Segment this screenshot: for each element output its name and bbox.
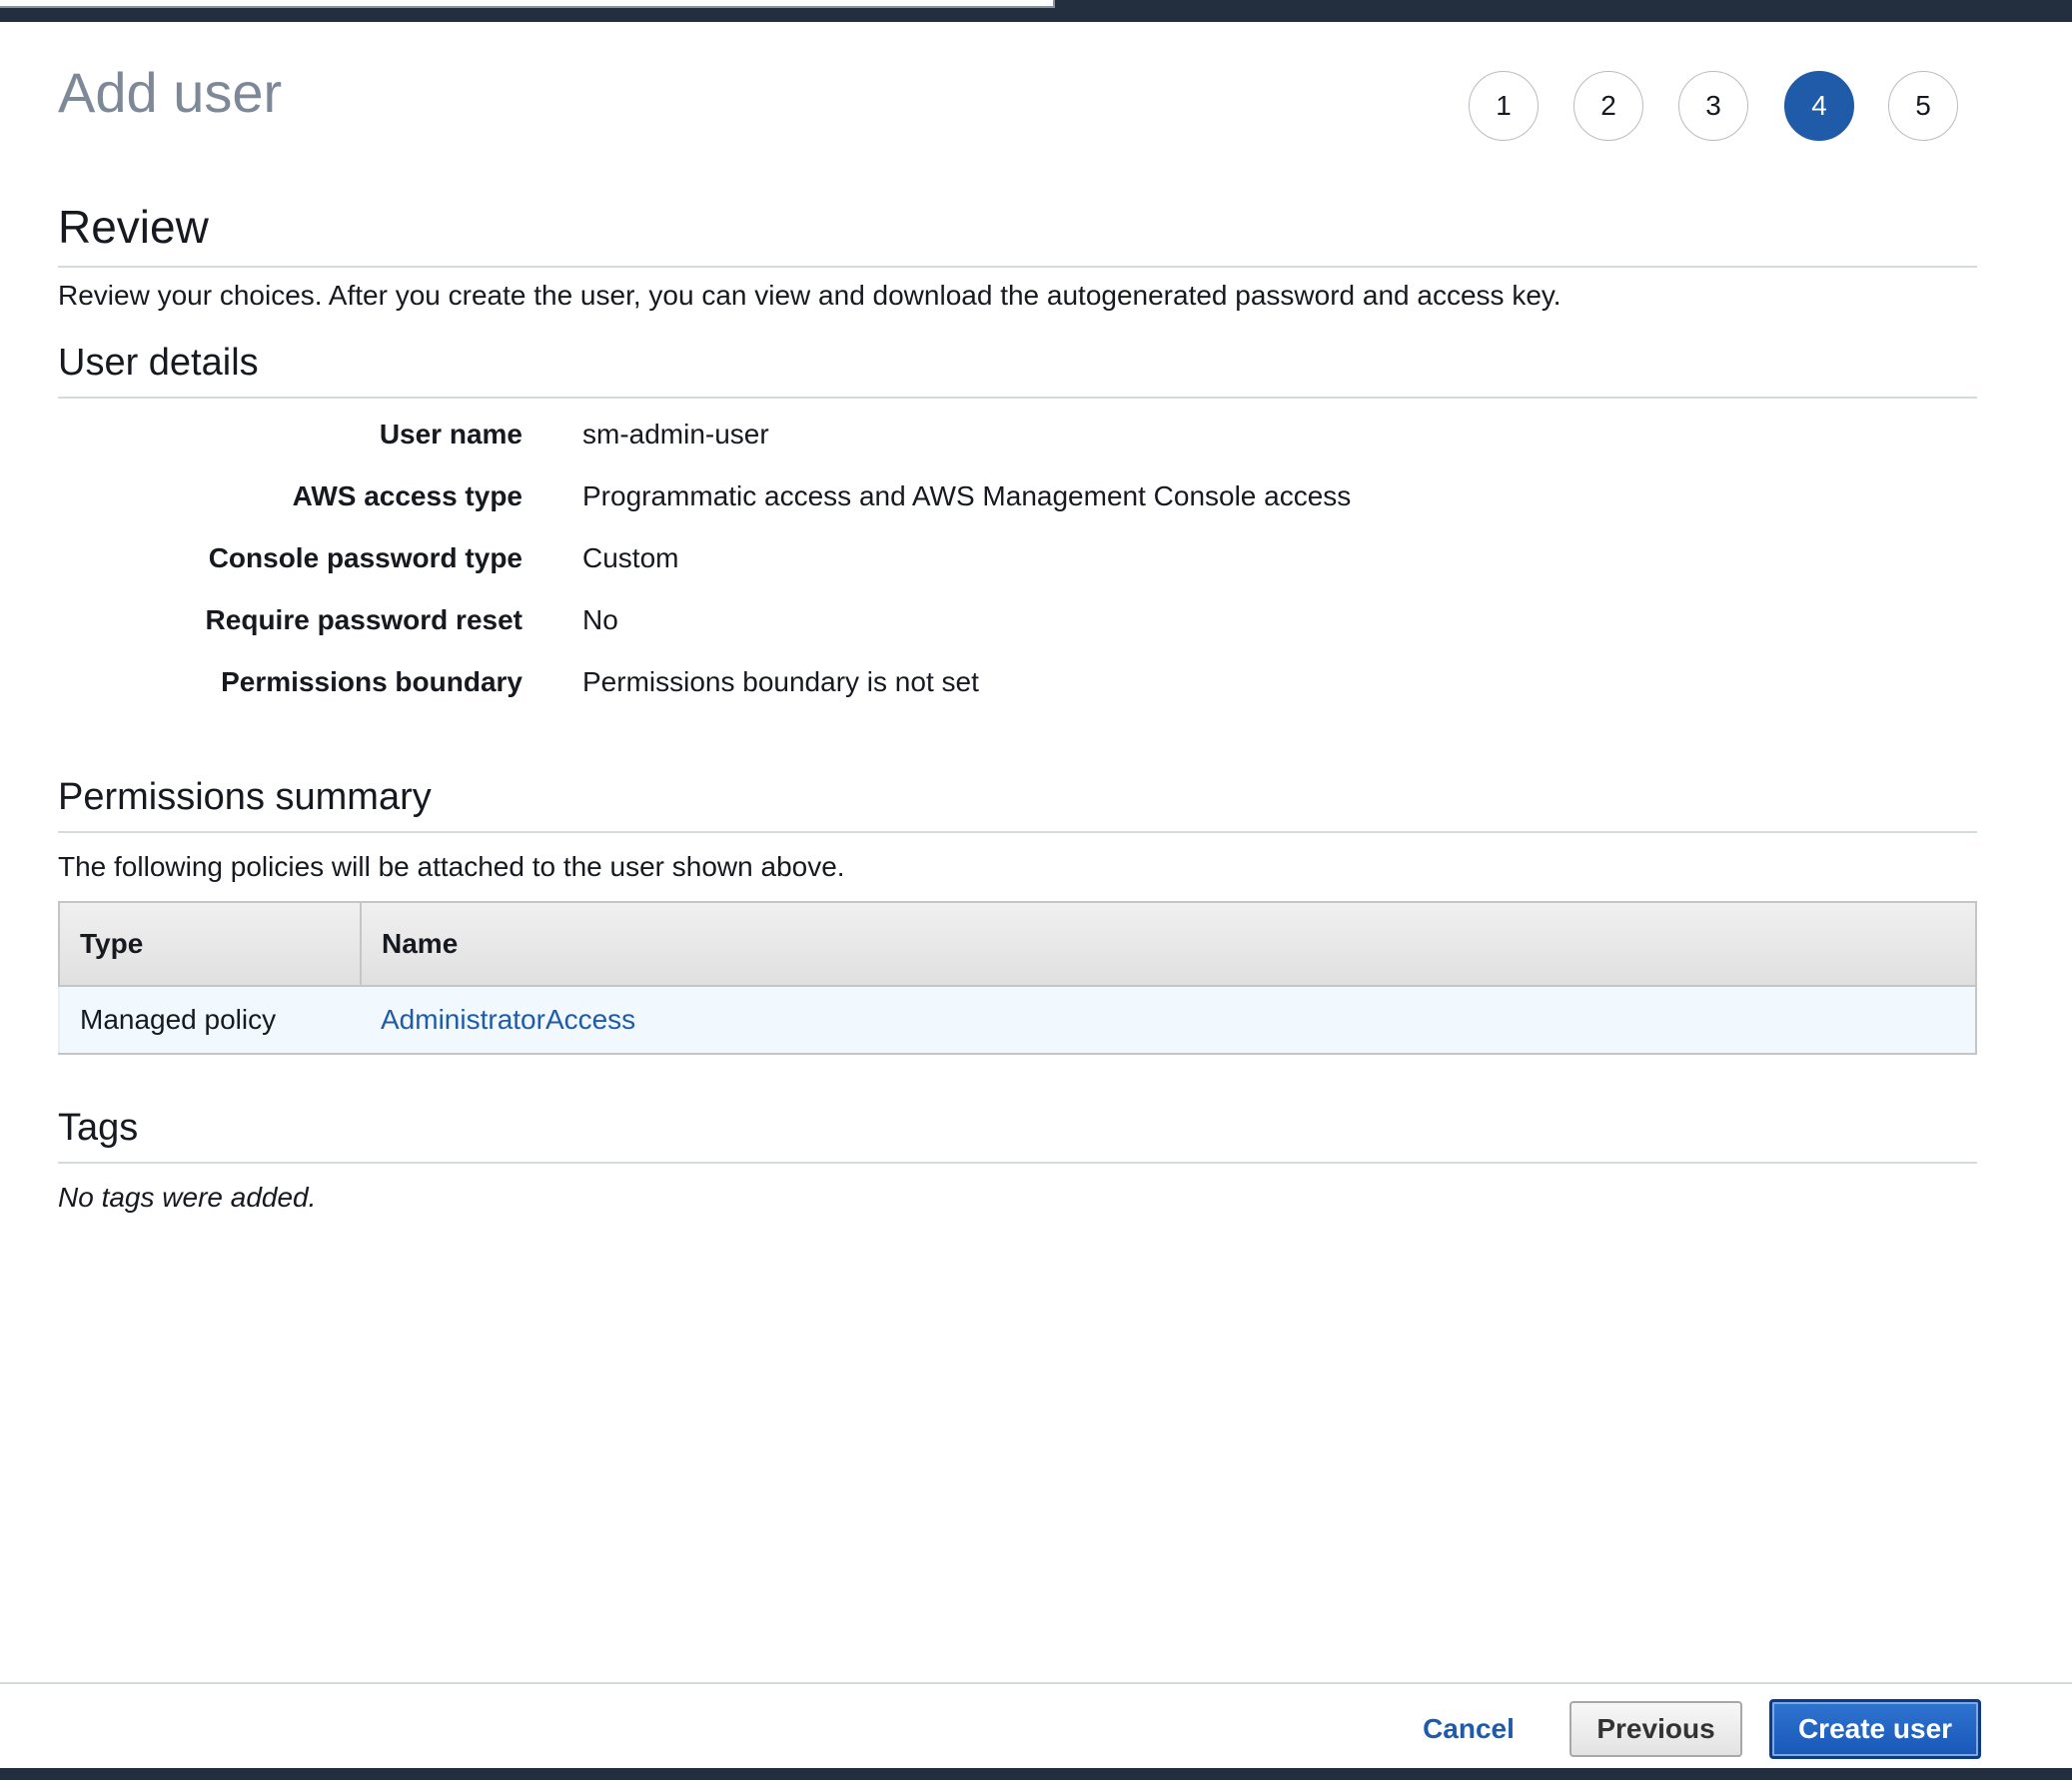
policy-name-cell: AdministratorAccess [361,986,1977,1055]
column-header-type[interactable]: Type [58,901,362,987]
step-5[interactable]: 5 [1888,71,1958,141]
page-title: Add user [58,61,283,124]
detail-row-permissions-boundary: Permissions boundary Permissions boundar… [58,666,1977,728]
step-2[interactable]: 2 [1573,71,1643,141]
detail-label: AWS access type [292,480,522,511]
user-details-list: User name sm-admin-user AWS access type … [58,419,1977,728]
detail-value: Custom [582,542,679,573]
detail-row-password-reset: Require password reset No [58,604,1977,666]
policy-name-link[interactable]: AdministratorAccess [381,1004,635,1035]
wizard-stepper: 1 2 3 4 5 [1469,71,1968,143]
detail-label: Require password reset [205,604,522,635]
table-row: Managed policy AdministratorAccess [58,986,1977,1055]
detail-row-access-type: AWS access type Programmatic access and … [58,480,1977,542]
footer-divider [0,1682,2072,1684]
detail-label: Console password type [208,542,522,573]
review-content: Review Review your choices. After you cr… [58,200,1977,1214]
permissions-summary-heading: Permissions summary [58,776,1977,833]
cancel-button[interactable]: Cancel [1404,1701,1534,1757]
detail-value: No [582,604,618,635]
top-navigation-bar [0,0,2072,22]
detail-row-user-name: User name sm-admin-user [58,419,1977,480]
detail-row-password-type: Console password type Custom [58,542,1977,604]
user-details-heading: User details [58,342,1977,399]
detail-label: Permissions boundary [221,666,522,697]
tags-heading: Tags [58,1107,1977,1164]
policies-table: Type Name Managed policy AdministratorAc… [58,901,1977,1055]
detail-value: Permissions boundary is not set [582,666,979,697]
detail-value: sm-admin-user [582,419,769,449]
step-3[interactable]: 3 [1678,71,1748,141]
detail-value: Programmatic access and AWS Management C… [582,480,1352,511]
review-description: Review your choices. After you create th… [58,280,1561,311]
policy-type-cell: Managed policy [58,986,361,1055]
previous-button[interactable]: Previous [1569,1701,1742,1757]
table-header-row: Type Name [58,901,1977,987]
bottom-bar [0,1768,2072,1780]
no-tags-text: No tags were added. [58,1182,317,1213]
step-4-current[interactable]: 4 [1784,71,1854,141]
column-header-name[interactable]: Name [360,901,1977,987]
review-heading: Review [58,200,1977,268]
top-search-field[interactable] [0,0,1055,8]
step-1[interactable]: 1 [1469,71,1539,141]
permissions-description: The following policies will be attached … [58,851,845,882]
detail-label: User name [379,419,522,449]
create-user-button[interactable]: Create user [1769,1699,1981,1759]
